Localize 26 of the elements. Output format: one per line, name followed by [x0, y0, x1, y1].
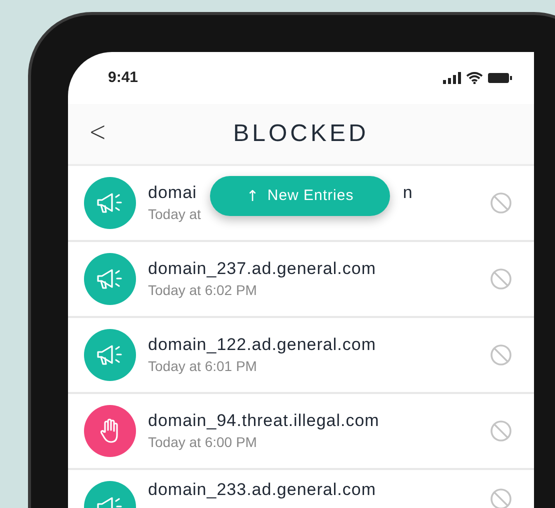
blocked-sign-icon[interactable] [490, 268, 512, 290]
blocked-sign-icon[interactable] [490, 344, 512, 366]
blocked-sign-icon[interactable] [490, 192, 512, 214]
blocked-sign-icon[interactable] [490, 420, 512, 442]
domain-name: domain_237.ad.general.com [148, 258, 376, 280]
blocked-time: Today at [148, 205, 201, 224]
screen-title: BLOCKED [233, 119, 369, 149]
domain-name: domain_233.ad.general.com [148, 479, 376, 501]
hand-icon [99, 418, 121, 444]
domain-name: domain_122.ad.general.com [148, 334, 376, 356]
blocked-time: Today at 6:01 PM [148, 357, 257, 376]
wifi-icon [466, 72, 483, 84]
signal-icon [443, 72, 461, 84]
up-arrow-icon: ↑ [246, 184, 260, 208]
blocked-time: Today at 6:02 PM [148, 281, 257, 300]
megaphone-icon [96, 191, 124, 215]
blocked-time: Today at 6:00 PM [148, 433, 257, 452]
battery-icon [488, 72, 512, 84]
back-button[interactable]: < [88, 118, 107, 146]
domain-name: domai [148, 182, 197, 204]
blocked-sign-icon[interactable] [490, 488, 512, 508]
megaphone-icon [96, 267, 124, 291]
domain-name: n [402, 182, 413, 204]
domain-name: domain_94.threat.illegal.com [148, 410, 380, 432]
status-time: 9:41 [108, 68, 138, 88]
megaphone-icon [96, 343, 124, 367]
